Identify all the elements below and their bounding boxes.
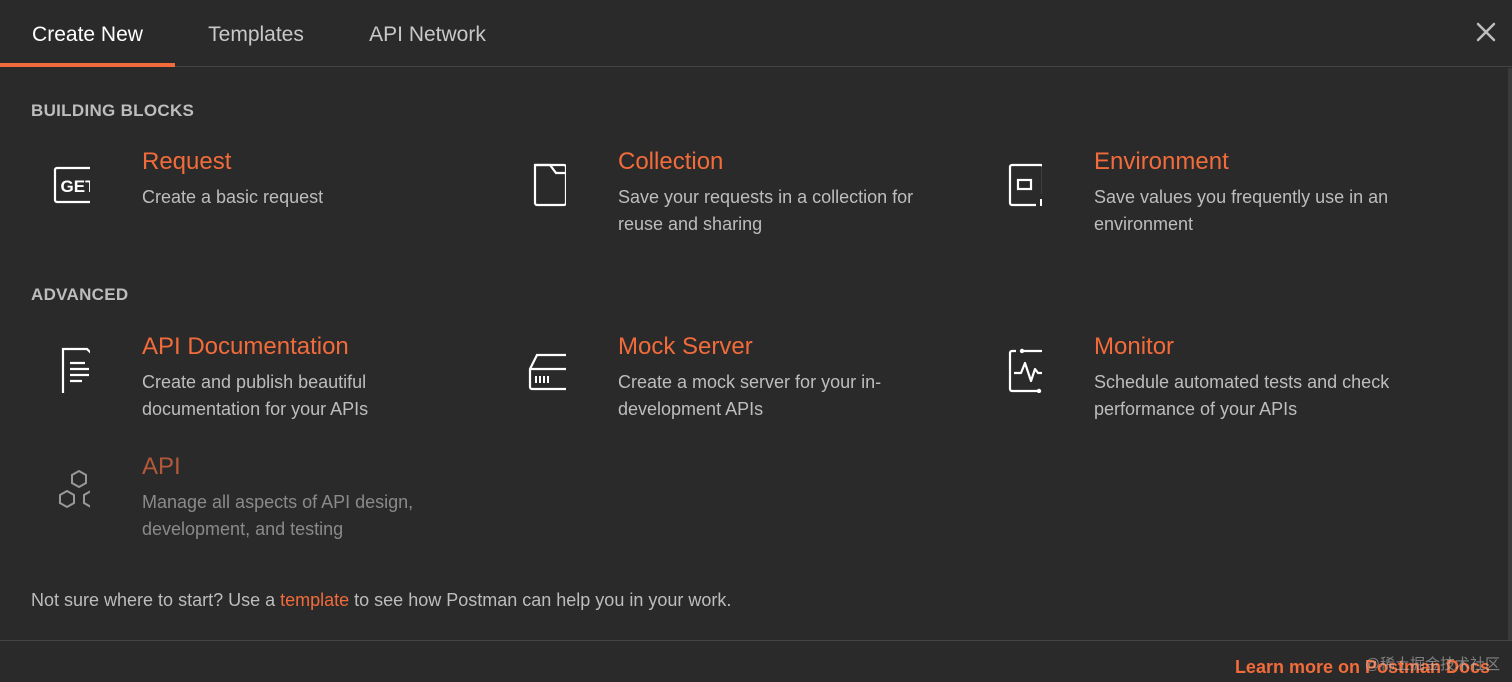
section-advanced: ADVANCED (31, 285, 129, 304)
hexagons-icon (30, 453, 99, 513)
tab-api-network[interactable]: API Network (355, 0, 500, 66)
close-button[interactable] (1472, 18, 1500, 46)
monitor-icon (982, 333, 1052, 394)
card-title: Mock Server (618, 333, 753, 360)
card-monitor[interactable]: Monitor Schedule automated tests and che… (982, 333, 1422, 433)
get-request-icon: GET (30, 148, 103, 208)
section-building-blocks: BUILDING BLOCKS (31, 101, 195, 120)
card-title: Environment (1094, 148, 1229, 175)
card-title: API Documentation (142, 333, 349, 360)
card-title: Monitor (1094, 333, 1175, 360)
card-description: Save values you frequently use in an env… (1094, 187, 1389, 234)
card-description: Schedule automated tests and check perfo… (1094, 372, 1390, 419)
card-description: Create a mock server for your in-develop… (618, 372, 882, 419)
hint-prefix: Not sure where to start? Use a (31, 590, 281, 610)
card-title: Request (142, 148, 232, 175)
help-hint: Not sure where to start? Use a template … (31, 590, 731, 611)
card-request[interactable]: GET Request Create a basic request (30, 148, 470, 248)
tab-bar: Create New Templates API Network (0, 0, 1512, 67)
watermark: @稀土掘金技术社区 (1364, 656, 1500, 673)
close-icon (1476, 22, 1496, 42)
hint-suffix: to see how Postman can help you in your … (349, 590, 732, 610)
card-collection[interactable]: Collection Save your requests in a colle… (506, 148, 946, 248)
card-api-documentation[interactable]: API Documentation Create and publish bea… (30, 333, 470, 433)
template-link[interactable]: template (280, 590, 349, 610)
card-environment[interactable]: Environment Save values you frequently u… (982, 148, 1422, 248)
card-description: Manage all aspects of API design, develo… (142, 492, 414, 539)
scrollbar[interactable] (1508, 68, 1512, 640)
folder-icon (506, 148, 568, 208)
card-api[interactable]: API Manage all aspects of API design, de… (30, 453, 470, 553)
document-icon (30, 333, 98, 397)
tab-create-new[interactable]: Create New (0, 0, 175, 67)
tab-templates[interactable]: Templates (190, 0, 322, 66)
card-description: Create and publish beautiful documentati… (142, 372, 369, 419)
card-description: Save your requests in a collection for r… (618, 187, 914, 234)
svg-text:GET: GET (61, 177, 90, 196)
card-description: Create a basic request (142, 187, 324, 207)
server-icon (506, 333, 580, 393)
card-title: API (142, 453, 181, 480)
environment-icon (982, 148, 1047, 208)
footer: Learn more on Postman Docs @稀土掘金技术社区 (0, 640, 1512, 682)
card-title: Collection (618, 148, 724, 175)
card-mock-server[interactable]: Mock Server Create a mock server for you… (506, 333, 946, 433)
